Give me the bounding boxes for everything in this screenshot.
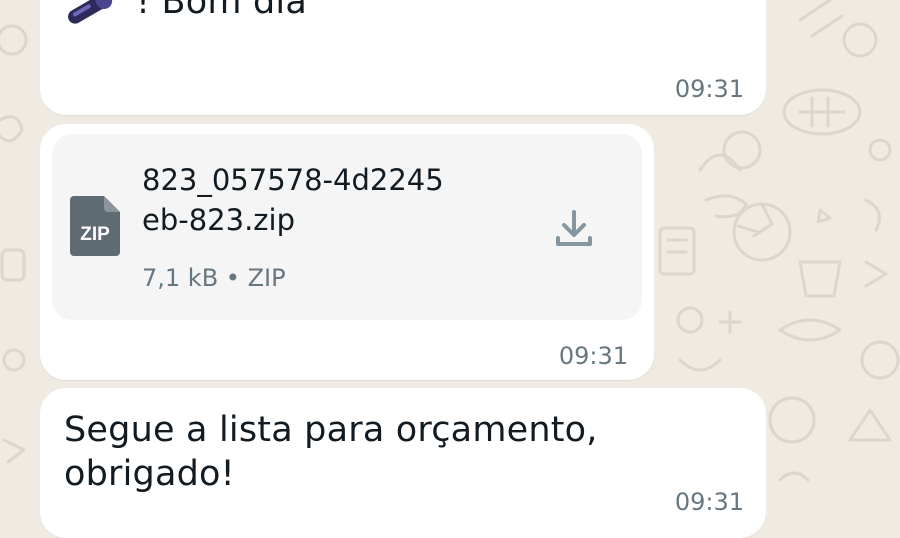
file-name-line-1: 823_057578-4d2245 [142, 163, 444, 197]
message-time: 09:31 [674, 75, 744, 103]
file-name: 823_057578-4d2245 eb-823.zip [142, 160, 522, 240]
message-bubble-file[interactable]: ZIP 823_057578-4d2245 eb-823.zip 7,1 kB … [40, 124, 654, 380]
message-text: Segue a lista para orçamento, obrigado! [64, 408, 598, 496]
message-text-line-2: obrigado! [64, 454, 235, 494]
file-attachment-card[interactable]: ZIP 823_057578-4d2245 eb-823.zip 7,1 kB … [52, 134, 642, 320]
download-icon[interactable] [552, 206, 596, 250]
message-time: 09:31 [558, 342, 628, 370]
zip-icon-label: ZIP [80, 224, 110, 245]
message-bubble-request[interactable]: Segue a lista para orçamento, obrigado! … [40, 388, 766, 538]
zip-file-icon: ZIP [70, 196, 120, 256]
message-text: ! Bom dia [136, 0, 307, 22]
message-text-line-1: Segue a lista para orçamento, [64, 410, 598, 450]
message-time: 09:31 [674, 488, 744, 516]
file-meta: 7,1 kB • ZIP [142, 264, 286, 292]
message-bubble-greeting[interactable]: ! Bom dia 09:31 [40, 0, 766, 115]
microphone-emoji-icon [68, 0, 113, 24]
file-name-line-2: eb-823.zip [142, 203, 295, 237]
